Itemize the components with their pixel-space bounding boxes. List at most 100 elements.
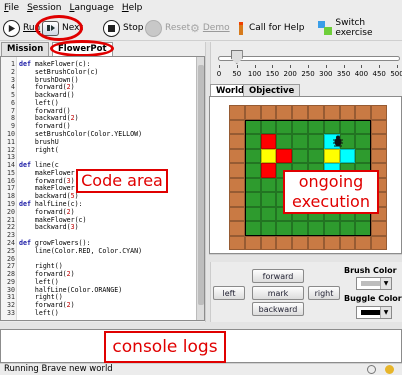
speed-tick	[308, 65, 309, 68]
line-number: 33	[7, 308, 15, 317]
speed-tick-label: 500	[390, 70, 402, 78]
world-cell	[323, 148, 340, 163]
world-cell	[260, 134, 277, 149]
world-cell	[276, 221, 293, 236]
speed-tick-label: 200	[283, 70, 297, 78]
speed-tick	[290, 65, 292, 68]
speed-tick-label: 0	[216, 70, 222, 78]
brush-color-select[interactable]: ▼	[356, 277, 392, 290]
reset-button[interactable]: Reset	[145, 18, 190, 38]
world-cell	[339, 148, 356, 163]
speed-tick-label: 400	[354, 70, 369, 78]
speed-tick	[254, 65, 256, 68]
world-cell	[355, 134, 372, 149]
world-cell	[339, 235, 356, 250]
world-cell	[371, 134, 387, 149]
forward-button[interactable]: forward	[252, 269, 304, 283]
world-cell	[229, 192, 245, 207]
right-button[interactable]: right	[308, 286, 340, 300]
world-cell	[244, 192, 261, 207]
speed-slider-knob[interactable]	[230, 50, 243, 64]
speed-tick-label: 150	[265, 70, 280, 78]
menu-session[interactable]: Session	[27, 3, 61, 13]
help-icon	[239, 21, 243, 35]
feedback-icon	[385, 365, 394, 374]
world-cell	[308, 119, 324, 134]
world-cell	[276, 235, 293, 250]
stop-button[interactable]: Stop	[103, 18, 143, 38]
speed-tick	[325, 65, 327, 68]
world-cell	[371, 105, 387, 120]
speed-tick-label: 350	[336, 70, 351, 78]
next-highlight-ring	[35, 15, 83, 41]
code-text: left()	[19, 308, 59, 317]
world-cell	[229, 206, 245, 221]
code-editor[interactable]: 1 def makeFlower(c): 2 setBrushColor(c) 3 b…	[0, 56, 205, 321]
world-cell	[260, 192, 277, 207]
world-cell	[292, 235, 308, 250]
backward-button[interactable]: backward	[252, 302, 304, 316]
world-cell	[260, 119, 277, 134]
demo-button[interactable]: ⚙ Demo	[190, 18, 230, 38]
world-cell	[229, 134, 245, 149]
buggle-icon	[331, 134, 345, 147]
world-cell	[229, 163, 245, 178]
world-cell	[276, 119, 293, 134]
world-cell	[339, 221, 356, 236]
menu-language[interactable]: Language	[69, 3, 113, 13]
editor-scrollbar-thumb[interactable]	[198, 65, 204, 305]
flowerpot-highlight-ring	[50, 40, 114, 57]
world-cell	[339, 119, 356, 134]
world-cell	[292, 221, 308, 236]
world-cell	[276, 134, 293, 149]
world-cell	[229, 105, 245, 120]
brush-color-label: Brush Color	[344, 266, 397, 275]
menu-help[interactable]: Help	[122, 3, 143, 13]
world-cell	[229, 221, 245, 236]
world-cell	[244, 119, 261, 134]
world-cell	[355, 235, 372, 250]
buggle-color-select[interactable]: ▼	[356, 306, 392, 319]
world-cell	[323, 235, 340, 250]
buggle-color-swatch	[361, 310, 380, 315]
menu-bar: File Session Language Help	[0, 0, 402, 15]
world-cell	[244, 206, 261, 221]
menu-file[interactable]: File	[4, 3, 19, 13]
world-cell	[229, 235, 245, 250]
mark-button[interactable]: mark	[252, 286, 304, 300]
world-cell	[323, 221, 340, 236]
world-cell	[260, 206, 277, 221]
left-button[interactable]: left	[213, 286, 245, 300]
world-cell	[260, 105, 277, 120]
world-cell	[260, 235, 277, 250]
stop-icon	[103, 19, 120, 37]
editor-scrollbar[interactable]	[196, 57, 204, 320]
speed-tick-label: 450	[372, 70, 386, 78]
code-tabs: Mission FlowerPot	[0, 40, 206, 57]
tab-mission[interactable]: Mission	[1, 42, 50, 56]
world-cell	[292, 134, 308, 149]
call-for-help-button[interactable]: Call for Help	[239, 18, 304, 38]
code-line: 33 left()	[1, 309, 196, 317]
world-cell	[260, 148, 277, 163]
speed-tick	[219, 65, 220, 68]
speed-slider-track[interactable]	[218, 56, 400, 61]
status-text: Running Brave new world	[4, 364, 113, 374]
world-cell	[355, 119, 372, 134]
world-cell	[371, 119, 387, 134]
speed-slider[interactable]: 0 50 100 150 200 250 300 350 400 450 500	[212, 44, 402, 82]
status-bar: Running Brave new world	[0, 363, 402, 375]
world-cell	[371, 148, 387, 163]
reset-icon	[145, 19, 162, 37]
console-splitter[interactable]	[0, 322, 402, 329]
world-cell	[308, 148, 324, 163]
code-area-annotation: Code area	[76, 169, 168, 193]
switch-exercise-button[interactable]: Switch exercise	[318, 18, 402, 38]
world-cell	[339, 105, 356, 120]
horizontal-splitter[interactable]	[209, 254, 402, 262]
world-cell	[276, 148, 293, 163]
world-cell	[323, 105, 340, 120]
console-log[interactable]: console logs	[0, 329, 402, 363]
world-cell	[355, 148, 372, 163]
switch-exercise-icon	[318, 21, 332, 35]
